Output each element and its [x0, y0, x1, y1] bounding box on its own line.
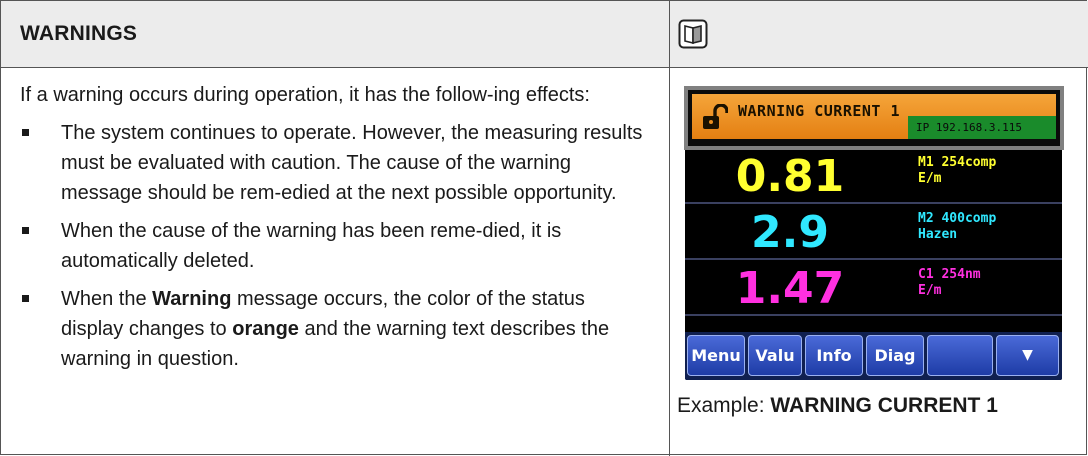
measurement-name: M2 400comp: [918, 211, 997, 226]
list-item-text: When the cause of the warning has been r…: [61, 220, 562, 272]
measurement-name: C1 254nm: [918, 267, 981, 282]
measurement-row[interactable]: 1.47 C1 254nm E/m: [685, 262, 1062, 316]
measurement-unit: E/m: [918, 283, 942, 298]
measurement-row[interactable]: 0.81 M1 254comp E/m: [685, 150, 1062, 204]
measurement-unit: Hazen: [918, 227, 958, 242]
measurement-unit: E/m: [918, 171, 942, 186]
status-highlight: WARNING CURRENT 1 IP 192.168.3.115: [684, 86, 1064, 150]
scroll-down-button[interactable]: ▼: [996, 335, 1059, 376]
caption-prefix: Example:: [677, 394, 771, 417]
bullet-square-icon: [22, 129, 29, 136]
measurement-value: 1.47: [735, 263, 845, 314]
info-button[interactable]: Info: [805, 335, 863, 376]
status-display[interactable]: WARNING CURRENT 1 IP 192.168.3.115: [692, 94, 1056, 139]
list-item: When the cause of the warning has been r…: [20, 216, 652, 276]
measurement-name: M1 254comp: [918, 155, 997, 170]
orange-term: orange: [232, 318, 299, 340]
intro-paragraph: If a warning occurs during operation, it…: [20, 84, 590, 106]
measurement-label: C1 254nm E/m: [918, 267, 981, 299]
measurement-label: M2 400comp Hazen: [918, 211, 996, 243]
measurement-row-spacer: [685, 318, 1062, 332]
status-message: WARNING CURRENT 1: [738, 102, 901, 120]
list-item: When the Warning message occurs, the col…: [20, 284, 652, 374]
row-divider: [1, 67, 1088, 68]
warning-description: If a warning occurs during operation, it…: [20, 80, 652, 382]
measurement-value: 2.9: [751, 207, 829, 258]
header-icon-cell: [670, 1, 1088, 67]
diag-button[interactable]: Diag: [866, 335, 924, 376]
blank-button[interactable]: [927, 335, 993, 376]
column-divider: [669, 1, 670, 456]
example-caption: Example: WARNING CURRENT 1: [677, 394, 998, 418]
warning-term: Warning: [152, 288, 232, 310]
section-heading: WARNINGS: [20, 22, 138, 45]
ip-address: IP 192.168.3.115: [908, 116, 1056, 139]
effects-list: The system continues to operate. However…: [20, 118, 652, 374]
list-item: The system continues to operate. However…: [20, 118, 652, 208]
device-button-bar: Menu Valu Info Diag ▼: [685, 332, 1062, 380]
measurement-label: M1 254comp E/m: [918, 155, 996, 187]
caption-example: WARNING CURRENT 1: [770, 394, 998, 417]
valu-button[interactable]: Valu: [748, 335, 802, 376]
bullet-square-icon: [22, 227, 29, 234]
list-item-text-pre: When the: [61, 288, 153, 310]
measurement-value: 0.81: [735, 151, 845, 202]
menu-button[interactable]: Menu: [687, 335, 745, 376]
book-icon: [678, 19, 708, 49]
open-lock-icon: [703, 104, 728, 129]
bullet-square-icon: [22, 295, 29, 302]
measurement-row[interactable]: 2.9 M2 400comp Hazen: [685, 206, 1062, 260]
list-item-text: The system continues to operate. However…: [61, 122, 643, 204]
